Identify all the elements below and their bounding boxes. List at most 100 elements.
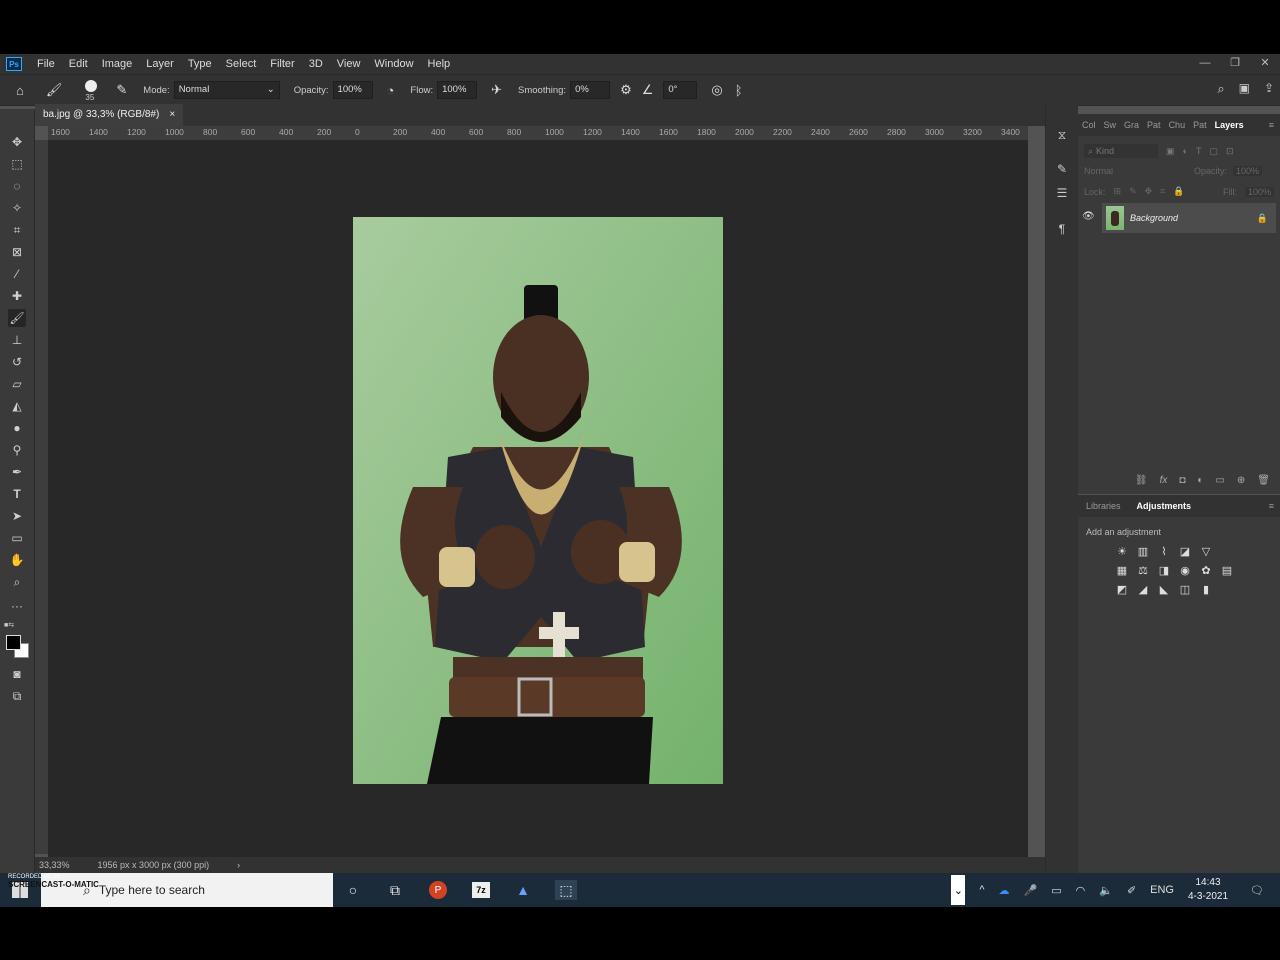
panel-menu-icon[interactable]: ≡ bbox=[1265, 120, 1280, 130]
close-tab-icon[interactable]: × bbox=[169, 104, 175, 126]
menu-file[interactable]: File bbox=[30, 54, 62, 74]
gradient-map-icon[interactable]: ▮ bbox=[1198, 583, 1214, 597]
menu-edit[interactable]: Edit bbox=[62, 54, 95, 74]
restore-icon[interactable]: ❐ bbox=[1220, 54, 1250, 72]
gear-icon[interactable]: ⚙ bbox=[620, 82, 632, 98]
menu-window[interactable]: Window bbox=[367, 54, 420, 74]
screen-mode-icon[interactable]: ⧉ bbox=[8, 687, 26, 705]
photo-image[interactable] bbox=[353, 217, 723, 784]
tab-adjustments[interactable]: Adjustments bbox=[1129, 501, 1200, 511]
home-icon[interactable]: ⌂ bbox=[16, 83, 24, 98]
properties-panel-icon[interactable]: ☰ bbox=[1054, 186, 1070, 202]
filter-shape-icon[interactable]: ▢ bbox=[1209, 146, 1218, 157]
marquee-tool-icon[interactable]: ⬚ bbox=[8, 155, 26, 173]
brush-tool-preset-icon[interactable]: 🖌 bbox=[46, 82, 63, 98]
document-canvas[interactable] bbox=[48, 141, 1028, 857]
7zip-icon[interactable]: 7z bbox=[470, 880, 492, 900]
menu-image[interactable]: Image bbox=[95, 54, 140, 74]
photoshop-logo-icon[interactable]: Ps bbox=[6, 57, 22, 71]
tab-channels[interactable]: Chu bbox=[1165, 120, 1190, 130]
menu-type[interactable]: Type bbox=[181, 54, 219, 74]
lock-transparent-icon[interactable]: ⊞ bbox=[1114, 186, 1122, 197]
lock-icon[interactable]: 🔒 bbox=[1257, 213, 1268, 224]
crop-tool-icon[interactable]: ⌗ bbox=[8, 221, 26, 239]
filter-adjustment-icon[interactable]: ◐ bbox=[1183, 146, 1188, 156]
fx-icon[interactable]: fx bbox=[1160, 475, 1168, 486]
symmetry-icon[interactable]: ᛒ bbox=[735, 83, 743, 98]
more-tools-icon[interactable]: ··· bbox=[8, 597, 26, 615]
healing-brush-tool-icon[interactable]: ✚ bbox=[8, 287, 26, 305]
filter-smartobject-icon[interactable]: ⊡ bbox=[1226, 146, 1234, 157]
pressure-opacity-icon[interactable]: ◔ bbox=[387, 83, 395, 98]
mode-select[interactable]: Normal ⌄ bbox=[173, 81, 280, 99]
tab-color[interactable]: Col bbox=[1078, 120, 1100, 130]
airbrush-icon[interactable]: ✈ bbox=[491, 82, 502, 98]
fill-value[interactable]: 100% bbox=[1244, 186, 1274, 197]
angle-input[interactable]: 0° bbox=[663, 81, 698, 99]
zoom-tool-icon[interactable]: ⌕ bbox=[8, 573, 26, 591]
rectangle-tool-icon[interactable]: ▭ bbox=[8, 529, 26, 547]
document-tab[interactable]: ba.jpg @ 33,3% (RGB/8#) × bbox=[35, 104, 184, 126]
layer-opacity-value[interactable]: 100% bbox=[1233, 166, 1263, 176]
battery-icon[interactable]: ▭ bbox=[1051, 884, 1061, 897]
tab-patterns[interactable]: Pat bbox=[1143, 120, 1165, 130]
powerpoint-icon[interactable]: P bbox=[427, 880, 449, 900]
clone-stamp-tool-icon[interactable]: ⊥ bbox=[8, 331, 26, 349]
menu-help[interactable]: Help bbox=[421, 54, 458, 74]
recorder-tray-icon[interactable]: ⌄ bbox=[951, 875, 966, 905]
new-layer-icon[interactable]: ⊕ bbox=[1237, 475, 1245, 486]
hand-tool-icon[interactable]: ✋ bbox=[8, 551, 26, 569]
lock-artboard-icon[interactable]: ⌗ bbox=[1160, 186, 1165, 197]
menu-layer[interactable]: Layer bbox=[139, 54, 181, 74]
menu-3d[interactable]: 3D bbox=[302, 54, 330, 74]
flow-input[interactable]: 100% bbox=[437, 81, 478, 99]
adjustments-menu-icon[interactable]: ≡ bbox=[1265, 501, 1280, 511]
quick-selection-tool-icon[interactable]: ✧ bbox=[8, 199, 26, 217]
onedrive-icon[interactable]: ☁ bbox=[999, 884, 1010, 897]
close-window-icon[interactable]: ✕ bbox=[1250, 54, 1280, 72]
tab-paths[interactable]: Pat bbox=[1189, 120, 1211, 130]
zoom-level[interactable]: 33,33% bbox=[39, 860, 70, 870]
levels-icon[interactable]: ▥ bbox=[1135, 545, 1151, 559]
blur-tool-icon[interactable]: ● bbox=[8, 419, 26, 437]
black-white-icon[interactable]: ◨ bbox=[1156, 564, 1172, 578]
volume-icon[interactable]: 🔈 bbox=[1099, 884, 1113, 897]
default-colors-icon[interactable]: ■⇆ bbox=[4, 621, 14, 629]
kind-filter[interactable]: ⌕ Kind bbox=[1084, 144, 1158, 158]
color-balance-icon[interactable]: ⚖ bbox=[1135, 564, 1151, 578]
new-adjustment-icon[interactable]: ◐ bbox=[1197, 475, 1203, 486]
tab-layers[interactable]: Layers bbox=[1211, 120, 1248, 130]
paint-bucket-tool-icon[interactable]: ◭ bbox=[8, 397, 26, 415]
task-view-icon[interactable]: ⧉ bbox=[384, 880, 406, 900]
exposure-icon[interactable]: ◪ bbox=[1177, 545, 1193, 559]
blend-mode-select[interactable]: Normal bbox=[1084, 166, 1184, 176]
menu-select[interactable]: Select bbox=[219, 54, 264, 74]
hue-saturation-icon[interactable]: ▦ bbox=[1114, 564, 1130, 578]
filter-type-icon[interactable]: T bbox=[1196, 146, 1202, 156]
menu-filter[interactable]: Filter bbox=[263, 54, 301, 74]
brush-settings-icon[interactable]: ✎ bbox=[116, 82, 127, 98]
brush-preset-picker[interactable]: 35 bbox=[82, 78, 102, 102]
app-icon[interactable]: ▲ bbox=[512, 880, 534, 900]
quick-mask-icon[interactable]: ◙ bbox=[8, 665, 26, 683]
opacity-input[interactable]: 100% bbox=[332, 81, 373, 99]
lasso-tool-icon[interactable]: ◌ bbox=[8, 177, 26, 195]
tab-gradients[interactable]: Gra bbox=[1120, 120, 1143, 130]
cortana-icon[interactable]: ○ bbox=[342, 880, 364, 900]
notifications-icon[interactable]: 🗨 bbox=[1250, 884, 1264, 897]
channel-mixer-icon[interactable]: ✿ bbox=[1198, 564, 1214, 578]
brightness-contrast-icon[interactable]: ☀ bbox=[1114, 545, 1130, 559]
color-lookup-icon[interactable]: ▤ bbox=[1219, 564, 1235, 578]
clock[interactable]: 14:43 4-3-2021 bbox=[1188, 876, 1228, 904]
threshold-icon[interactable]: ◣ bbox=[1156, 583, 1172, 597]
chevron-up-icon[interactable]: ^ bbox=[979, 884, 984, 896]
eye-icon[interactable]: 👁 bbox=[1082, 211, 1095, 222]
tab-swatches[interactable]: Sw bbox=[1100, 120, 1121, 130]
workspace-icon[interactable]: ▣ bbox=[1239, 81, 1250, 97]
pressure-size-icon[interactable]: ◎ bbox=[711, 82, 722, 98]
menu-view[interactable]: View bbox=[330, 54, 368, 74]
smoothing-input[interactable]: 0% bbox=[570, 81, 611, 99]
search-icon[interactable]: ⌕ bbox=[1217, 81, 1224, 97]
frame-tool-icon[interactable]: ⊠ bbox=[8, 243, 26, 261]
brush-settings-panel-icon[interactable]: ✎ bbox=[1054, 162, 1070, 178]
